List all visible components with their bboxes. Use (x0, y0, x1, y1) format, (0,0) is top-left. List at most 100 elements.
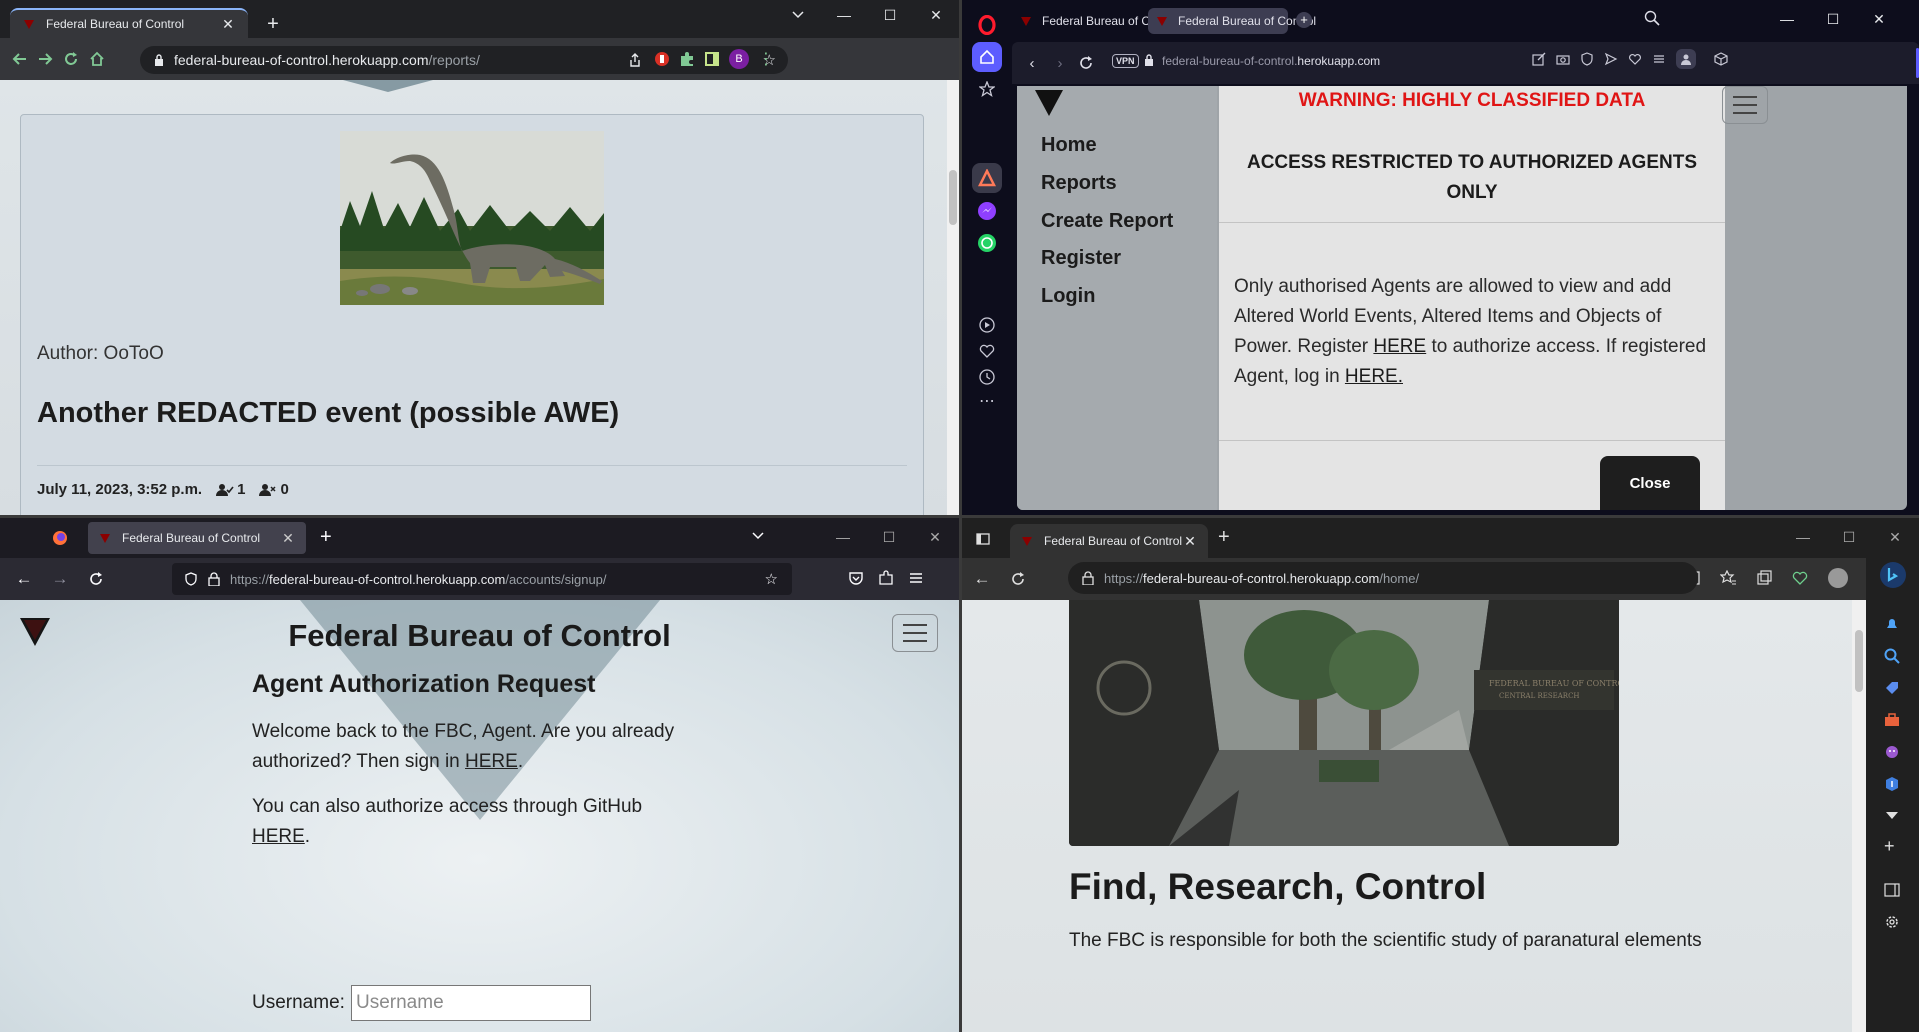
new-tab-button[interactable]: + (1218, 526, 1230, 549)
extension-red-icon[interactable] (650, 47, 674, 71)
close-window-button[interactable]: ✕ (1872, 522, 1918, 552)
firefox-address-bar[interactable]: https://federal-bureau-of-control.heroku… (172, 563, 792, 595)
nav-create-report[interactable]: Create Report (1041, 210, 1173, 233)
chevron-down-icon[interactable] (1886, 812, 1898, 820)
nav-reports[interactable]: Reports (1041, 172, 1117, 195)
bookmark-star-icon[interactable]: ☆ (765, 570, 778, 588)
profile-icon[interactable] (1676, 49, 1696, 69)
camera-icon[interactable] (1556, 52, 1570, 66)
tools-briefcase-icon[interactable] (1884, 712, 1900, 728)
notifications-icon[interactable] (1884, 616, 1900, 632)
home-icon[interactable] (85, 47, 109, 71)
speed-dial-home-icon[interactable] (972, 42, 1002, 72)
signin-here-link[interactable]: HERE (465, 751, 518, 772)
microsoft-365-icon[interactable] (1884, 776, 1900, 792)
games-icon[interactable] (1884, 744, 1900, 760)
nav-register[interactable]: Register (1041, 247, 1121, 270)
easy-setup-icon[interactable] (1652, 52, 1666, 66)
vpn-badge[interactable]: VPN (1112, 54, 1139, 68)
minimize-button[interactable]: — (821, 0, 867, 30)
tab-close-icon[interactable]: ✕ (1182, 533, 1198, 550)
close-window-button[interactable]: ✕ (1856, 4, 1902, 34)
bing-copilot-icon[interactable] (1880, 562, 1906, 588)
back-icon[interactable]: ← (970, 567, 994, 591)
username-input[interactable]: Username (351, 985, 591, 1021)
reload-icon[interactable] (84, 567, 108, 591)
maximize-button[interactable]: ☐ (1826, 522, 1872, 552)
nav-login[interactable]: Login (1041, 285, 1095, 308)
extensions-icon[interactable] (878, 570, 894, 586)
minimize-button[interactable]: — (1780, 522, 1826, 552)
opera-search-tabs-icon[interactable] (1644, 10, 1660, 26)
register-here-link[interactable]: HERE (1373, 336, 1426, 357)
tab-search-icon[interactable] (775, 0, 821, 30)
minimize-button[interactable]: — (820, 522, 866, 552)
profile-avatar[interactable]: B (729, 49, 749, 69)
firefox-view-icon[interactable] (52, 530, 68, 546)
minimize-button[interactable]: — (1764, 4, 1810, 34)
more-sidebar-icon[interactable]: ⋯ (972, 386, 1002, 416)
forward-icon[interactable]: → (48, 567, 72, 591)
chrome-scrollbar[interactable] (947, 80, 959, 515)
send-icon[interactable] (1604, 52, 1618, 66)
new-tab-button[interactable]: + (320, 526, 332, 549)
list-all-tabs-icon[interactable] (752, 532, 764, 540)
tab-actions-icon[interactable] (976, 532, 990, 546)
reload-icon[interactable] (1006, 567, 1030, 591)
favorites-icon[interactable] (1720, 570, 1736, 586)
collections-icon[interactable] (1756, 570, 1772, 586)
aria-ai-icon[interactable] (972, 163, 1002, 193)
back-icon[interactable] (8, 47, 32, 71)
tab-close-icon[interactable]: ✕ (220, 16, 236, 33)
firefox-tab-active[interactable]: Federal Bureau of Control ✕ (88, 522, 306, 554)
edit-icon[interactable] (1532, 52, 1546, 66)
extensions-puzzle-icon[interactable] (675, 47, 699, 71)
opera-scrollbar[interactable] (1907, 86, 1919, 510)
github-here-link[interactable]: HERE (252, 826, 305, 847)
navbar-toggler-button[interactable] (892, 614, 938, 652)
maximize-button[interactable]: ☐ (1810, 4, 1856, 34)
opera-logo-icon[interactable] (972, 10, 1002, 40)
scrollbar-thumb[interactable] (949, 170, 957, 225)
edge-tab-active[interactable]: Federal Bureau of Control ✕ (1010, 524, 1208, 558)
report-title[interactable]: Another REDACTED event (possible AWE) (37, 397, 619, 430)
messenger-icon[interactable] (972, 196, 1002, 226)
opera-tab-2-active[interactable]: Federal Bureau of Control (1148, 8, 1316, 34)
nav-home[interactable]: Home (1041, 134, 1097, 157)
reload-icon[interactable] (1074, 51, 1098, 75)
forward-icon[interactable] (33, 47, 57, 71)
search-icon[interactable] (1884, 648, 1900, 664)
new-tab-button[interactable]: + (262, 12, 284, 36)
close-window-button[interactable]: ✕ (913, 0, 959, 30)
shield-icon[interactable] (1580, 52, 1594, 66)
cube-icon[interactable] (1714, 52, 1728, 66)
opera-tab-1[interactable]: Federal Bureau of Control (1012, 8, 1180, 34)
agree-vote[interactable]: 1 (216, 481, 245, 498)
add-sidebar-app-icon[interactable]: + (1884, 836, 1895, 857)
reload-icon[interactable] (59, 47, 83, 71)
settings-gear-icon[interactable] (1884, 914, 1900, 930)
edge-scrollbar[interactable] (1852, 600, 1866, 1032)
lock-icon[interactable] (208, 572, 220, 586)
shopping-tag-icon[interactable] (1884, 680, 1900, 696)
scrollbar-thumb[interactable] (1855, 630, 1863, 692)
browser-essentials-icon[interactable] (1792, 570, 1808, 586)
bookmarks-star-icon[interactable] (972, 74, 1002, 104)
profile-avatar[interactable] (1828, 568, 1848, 588)
share-icon[interactable] (628, 53, 642, 67)
disagree-vote[interactable]: 0 (259, 481, 289, 498)
chrome-tab-active[interactable]: Federal Bureau of Control ✕ (10, 8, 248, 38)
edge-address-bar[interactable]: https://federal-bureau-of-control.heroku… (1068, 562, 1698, 594)
maximize-button[interactable]: ☐ (866, 522, 912, 552)
side-panel-icon[interactable] (700, 47, 724, 71)
back-icon[interactable]: ← (12, 567, 36, 591)
forward-icon[interactable]: › (1048, 51, 1072, 75)
url-text[interactable]: federal-bureau-of-control.herokuapp.com (1162, 54, 1380, 68)
maximize-button[interactable]: ☐ (867, 0, 913, 30)
tracking-shield-icon[interactable] (184, 572, 198, 586)
back-icon[interactable]: ‹ (1020, 51, 1044, 75)
opera-new-tab-button[interactable]: + (1296, 12, 1312, 28)
hide-sidebar-icon[interactable] (1884, 882, 1900, 898)
hamburger-menu-icon[interactable] (908, 570, 924, 586)
heart-icon[interactable] (1628, 52, 1642, 66)
